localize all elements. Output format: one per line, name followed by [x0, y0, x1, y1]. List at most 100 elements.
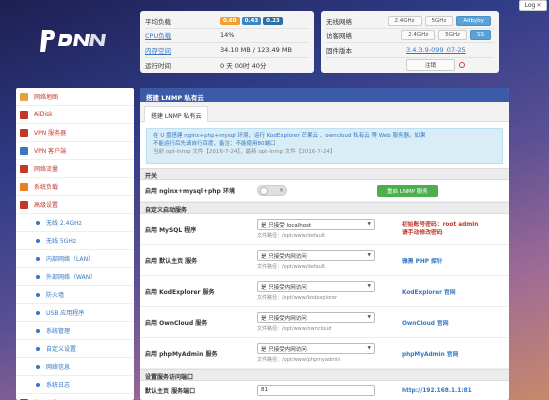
uptime-row: 运行时间 0 天 00时 40分	[145, 58, 309, 73]
service-control: 是 只接受内网访问 ▼ 文件路径：/opt/www/phpmyadmin	[257, 343, 375, 363]
adbyby-button[interactable]: Adbyby	[456, 15, 491, 26]
sidebar-item[interactable]: VPN 客户端	[16, 142, 134, 160]
bullet-icon	[36, 256, 40, 261]
menu-icon	[20, 200, 28, 209]
menu-icon	[20, 146, 28, 155]
wifi-24-button[interactable]: 2.4GHz	[387, 15, 422, 26]
sidebar-item[interactable]: USB 应用程序	[16, 304, 134, 322]
service-note-line-1: 初始账号密码：root admin	[402, 222, 479, 228]
service-note-line-2: 请手动修改密码	[402, 230, 443, 236]
port-link[interactable]: http://192.168.1.1:81	[402, 388, 472, 394]
sidebar-item[interactable]: 网络信息	[16, 358, 134, 376]
wifi-row: 无线网络 2.4GHz 5GHz Adbyby	[326, 14, 494, 29]
guest-5-button[interactable]: 5GHz	[438, 30, 468, 41]
power-icon[interactable]	[459, 61, 466, 68]
sidebar-item[interactable]: 内部网络（LAN）	[16, 250, 134, 268]
page-title: 搭建 LNMP 私有云	[140, 88, 509, 102]
bullet-icon	[36, 310, 40, 315]
cpu-row: CPU负载 14%	[145, 29, 309, 43]
main-panel: 搭建 LNMP 私有云 搭建 LNMP 私有云 在 U 盘搭建 nginx+ph…	[140, 88, 509, 400]
logout-label: Log	[524, 2, 536, 9]
sidebar-item-label: 防火墙	[46, 292, 65, 299]
service-select[interactable]: 是 只接受内网访问 ▼	[257, 343, 375, 354]
sidebar-item[interactable]: 扩展功能	[16, 394, 134, 400]
bullet-icon	[36, 346, 40, 351]
sidebar-item[interactable]: 高级设置	[16, 196, 134, 214]
sidebar-item[interactable]: 防火墙	[16, 286, 134, 304]
sidebar-item-label: 网络流量	[34, 166, 59, 173]
logout-row: 注销	[326, 58, 494, 73]
chevron-down-icon: ▼	[367, 346, 371, 351]
port-row: 默认主页 服务端口 81 http://192.168.1.1:81	[140, 381, 509, 400]
sidebar-item-label: AiDisk	[34, 111, 53, 118]
service-select[interactable]: 是 只接受内网访问 ▼	[257, 312, 375, 323]
sidebar-item-label: 系统日志	[46, 382, 71, 389]
service-path: 文件路径：/opt/www/default	[257, 233, 326, 239]
uptime-label: 运行时间	[145, 61, 171, 70]
enable-toggle[interactable]: ✕	[257, 185, 287, 196]
network-panel: 无线网络 2.4GHz 5GHz Adbyby 访客网络 2.4GHz 5GHz…	[321, 11, 499, 73]
sidebar-item[interactable]: 系统负载	[16, 178, 134, 196]
info-line-2: 不能运行后先请自行百度，备注：不能使用80端口	[153, 141, 276, 147]
port-input[interactable]: 81	[257, 385, 375, 396]
service-row: 启用 OwnCloud 服务 是 只接受内网访问 ▼ 文件路径：/opt/www/ow…	[140, 307, 509, 338]
service-label: 启用 phpMyAdmin 服务	[145, 350, 218, 358]
sidebar-item[interactable]: 系统日志	[16, 376, 134, 394]
guest-label: 访客网络	[326, 32, 352, 41]
cpu-link[interactable]: CPU负载	[145, 30, 220, 40]
logout-button[interactable]: Log ✕	[519, 0, 547, 11]
service-control: 是 只接受内网访问 ▼ 文件路径：/opt/www/kodexplorer	[257, 281, 375, 301]
sidebar-item[interactable]: 外部网络（WAN）	[16, 268, 134, 286]
system-stats-panel: 平均负载 0.60 0.43 0.23 CPU负载 14% 内存空间 34.10…	[140, 11, 314, 73]
wifi-5-button[interactable]: 5GHz	[424, 15, 454, 26]
load-badge-1: 0.60	[220, 16, 240, 25]
sidebar-item-label: 无线 5GHz	[46, 238, 77, 245]
service-label: 启用 OwnCloud 服务	[145, 319, 208, 327]
sidebar-item[interactable]: AiDisk	[16, 106, 134, 124]
info-line-1: 在 U 盘搭建 nginx+php+mysql 环境，运行 KodExplore…	[153, 133, 426, 139]
sidebar-item[interactable]: 无线 2.4GHz	[16, 214, 134, 232]
port-section-heading: 设置服务访问端口	[140, 369, 509, 381]
close-icon: ✕	[536, 2, 542, 9]
service-link[interactable]: OwnCloud 官网	[402, 318, 449, 327]
toggle-off-icon: ✕	[278, 187, 284, 194]
enable-row: 启用 nginx+mysql+php 环境 ✕ 重启 LNMP 服务	[140, 180, 509, 202]
sidebar-item[interactable]: 系统管理	[16, 322, 134, 340]
service-row: 启用 KodExplorer 服务 是 只接受内网访问 ▼ 文件路径：/opt/www…	[140, 276, 509, 307]
chevron-down-icon: ▼	[367, 284, 371, 289]
service-label: 启用 MySQL 程序	[145, 226, 197, 234]
sidebar-item-label: 内部网络（LAN）	[46, 256, 95, 263]
service-path: 文件路径：/opt/www/phpmyadmin	[257, 357, 341, 363]
info-line-3: 当前 opt-lnmp 文件【2016-7-24】，最新 opt-lnmp 文件…	[153, 149, 336, 155]
service-select-value: 是 只接受内网访问	[261, 315, 307, 322]
bullet-icon	[36, 364, 40, 369]
tab-lnmp[interactable]: 搭建 LNMP 私有云	[144, 106, 209, 122]
chevron-down-icon: ▼	[367, 253, 371, 258]
sidebar-item[interactable]: 无线 5GHz	[16, 232, 134, 250]
menu-icon	[20, 164, 28, 173]
service-link[interactable]: phpMyAdmin 官网	[402, 349, 458, 358]
guest-24-button[interactable]: 2.4GHz	[401, 30, 436, 41]
memory-link[interactable]: 内存空间	[145, 45, 220, 55]
sidebar-item[interactable]: VPN 服务器	[16, 124, 134, 142]
service-link[interactable]: KodExplorer 官网	[402, 287, 456, 296]
service-link[interactable]: 雅黑 PHP 探针	[402, 256, 443, 265]
guest-row: 访客网络 2.4GHz 5GHz SS	[326, 29, 494, 43]
chevron-down-icon: ▼	[367, 222, 371, 227]
service-select[interactable]: 是 只接受内网访问 ▼	[257, 281, 375, 292]
sidebar-item-label: 系统负载	[34, 184, 59, 191]
sidebar-item[interactable]: 网络地图	[16, 88, 134, 106]
bullet-icon	[36, 328, 40, 333]
service-select[interactable]: 是 只接受内网访问 ▼	[257, 250, 375, 261]
logout-small-button[interactable]: 注销	[406, 58, 456, 71]
service-select[interactable]: 是 只接受 localhost ▼	[257, 219, 375, 230]
ss-button[interactable]: SS	[470, 30, 491, 41]
sidebar-item-label: USB 应用程序	[46, 310, 85, 317]
menu-icon	[20, 182, 28, 191]
service-note: 初始账号密码：root admin 请手动修改密码	[402, 221, 478, 237]
restart-lnmp-button[interactable]: 重启 LNMP 服务	[377, 184, 438, 197]
bullet-icon	[36, 382, 40, 387]
firmware-link[interactable]: 3.4.3.9-099_07-25	[406, 46, 466, 54]
sidebar-item[interactable]: 自定义设置	[16, 340, 134, 358]
sidebar-item[interactable]: 网络流量	[16, 160, 134, 178]
